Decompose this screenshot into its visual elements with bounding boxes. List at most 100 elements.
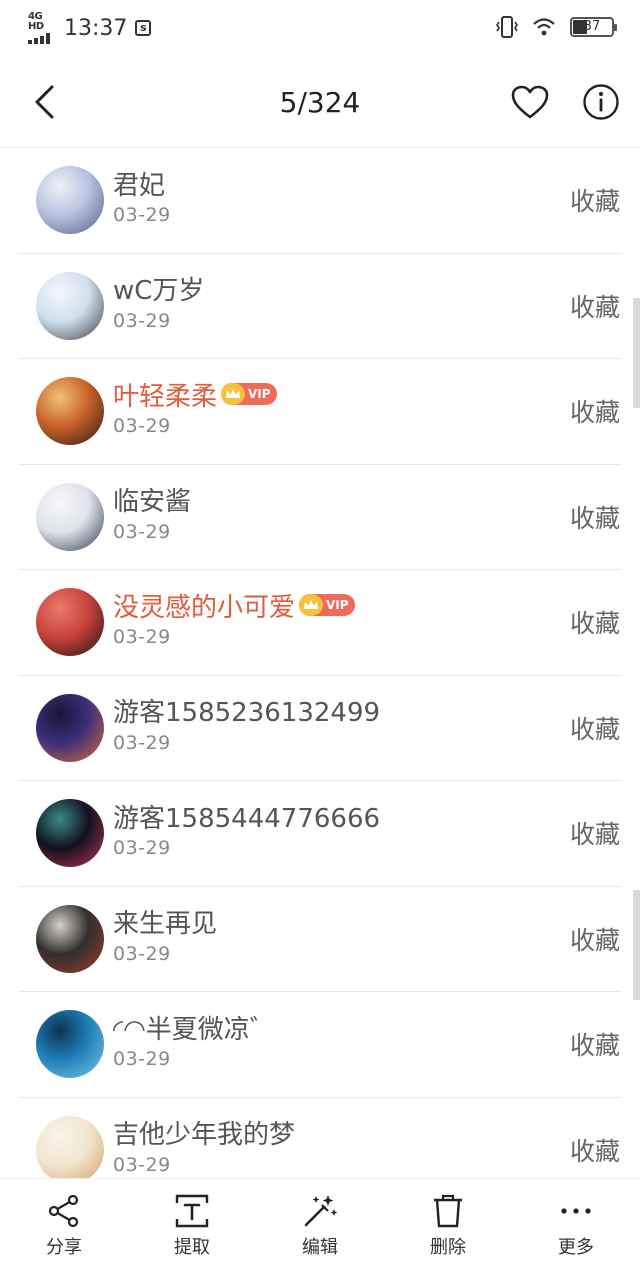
network-type: 4G HD [28,11,44,32]
name-line: 临安酱 [113,483,191,517]
name-line: 游客1585444776666 [113,799,381,834]
name-line: 叶轻柔柔 VIP [113,377,277,412]
list-item[interactable]: 临安酱 03-29 收藏 [18,465,622,570]
clock: 13:37 [64,15,128,41]
collect-button[interactable]: 收藏 [570,1132,620,1168]
avatar[interactable] [36,1010,104,1078]
item-date: 03-29 [113,520,171,543]
edit-button[interactable]: 编辑 [256,1179,384,1276]
item-date: 03-29 [113,1153,171,1176]
user-name: 临安酱 [113,487,192,517]
item-date: 03-29 [113,309,171,332]
list-item[interactable]: 没灵感的小可爱 VIP 03-29 收藏 [18,570,622,676]
name-line: 吉他少年我的梦 [113,1116,295,1150]
favorite-button[interactable] [508,82,552,122]
collect-button[interactable]: 收藏 [570,499,620,535]
name-line: 没灵感的小可爱 VIP [113,588,355,623]
bottom-toolbar: 分享 提取 编辑 删除 更多 [0,1178,640,1276]
item-date: 03-29 [113,731,171,754]
item-date: 03-29 [113,626,171,648]
avatar[interactable] [36,799,104,867]
trash-icon [428,1191,468,1231]
edit-label: 编辑 [302,1237,338,1258]
collect-button[interactable]: 收藏 [570,710,620,746]
wifi-icon [533,18,555,36]
vip-badge: VIP [221,383,277,405]
favorites-list: 君妃 03-29 收藏 wC万岁 03-29 收藏 叶轻柔柔 VIP 03-29 收藏 临安酱 03-… [0,148,640,1178]
collect-button[interactable]: 收藏 [570,182,620,218]
item-date: 03-29 [113,415,171,437]
user-name: 游客1585236132499 [113,698,381,728]
user-name: 君妃 [113,170,166,201]
collect-button[interactable]: 收藏 [570,393,620,429]
scroll-indicator-bottom[interactable] [633,890,640,1000]
crown-icon [221,383,246,405]
collect-button[interactable]: 收藏 [570,921,620,957]
info-button[interactable] [581,82,621,122]
avatar[interactable] [36,904,104,973]
user-name: 叶轻柔柔 [113,381,218,412]
delete-button[interactable]: 删除 [384,1179,512,1276]
vibrate-icon [496,16,518,38]
battery-indicator: 37 [570,17,617,37]
item-date: 03-29 [113,1048,171,1070]
name-line: 君妃 [113,166,166,201]
avatar[interactable] [36,482,104,551]
scroll-indicator-top[interactable] [633,298,640,408]
list-item[interactable]: 游客1585444776666 03-29 收藏 [18,781,622,887]
list-item[interactable]: ◜◠半夏微凉゛ 03-29 收藏 [18,992,622,1098]
magic-wand-icon [300,1191,340,1231]
collect-button[interactable]: 收藏 [570,815,620,851]
share-label: 分享 [46,1237,82,1258]
collect-button[interactable]: 收藏 [570,1026,620,1062]
info-icon [583,84,619,120]
heart-icon [511,85,549,119]
header-bar: 5/324 [0,56,640,148]
name-line: wC万岁 [113,272,204,306]
user-name: 没灵感的小可爱 [113,592,296,623]
item-date: 03-29 [113,942,171,965]
avatar[interactable] [36,377,104,445]
list-item[interactable]: 来生再见 03-29 收藏 [18,887,622,992]
battery-level: 37 [583,19,601,34]
list-item[interactable]: 叶轻柔柔 VIP 03-29 收藏 [18,359,622,465]
vip-label: VIP [248,387,271,401]
avatar[interactable] [36,271,104,340]
crown-icon [299,594,324,616]
extract-button[interactable]: 提取 [128,1179,256,1276]
vip-badge: VIP [299,594,355,616]
network-indicator: 4G HD [28,12,58,44]
name-line: ◜◠半夏微凉゛ [113,1010,276,1045]
list-item[interactable]: 游客1585236132499 03-29 收藏 [18,676,622,781]
collect-button[interactable]: 收藏 [570,288,620,324]
more-button[interactable]: 更多 [512,1179,640,1276]
item-date: 03-29 [113,204,171,226]
user-name: 吉他少年我的梦 [113,1120,296,1150]
avatar[interactable] [36,1115,104,1178]
extract-text-icon [172,1191,212,1231]
extract-label: 提取 [174,1237,210,1258]
more-label: 更多 [558,1237,594,1258]
vip-label: VIP [326,598,349,612]
share-icon [44,1191,84,1231]
share-button[interactable]: 分享 [0,1179,128,1276]
name-line: 游客1585236132499 [113,694,380,728]
signal-icon [28,33,50,44]
delete-label: 删除 [430,1237,466,1258]
name-line: 来生再见 [113,905,217,939]
user-name: wC万岁 [113,276,205,306]
list-item[interactable]: 君妃 03-29 收藏 [18,148,622,254]
user-name: 来生再见 [113,909,218,939]
avatar[interactable] [36,588,104,656]
user-name: 游客1585444776666 [113,803,381,834]
more-icon [556,1191,596,1231]
status-bar: 4G HD 13:37 s 37 [0,0,640,56]
notification-app-icon: s [135,20,152,36]
list-item[interactable]: wC万岁 03-29 收藏 [18,254,622,359]
list-item[interactable]: 吉他少年我的梦 03-29 收藏 [18,1098,622,1178]
avatar[interactable] [36,166,104,234]
avatar[interactable] [36,693,104,762]
user-name: ◜◠半夏微凉゛ [113,1014,276,1045]
collect-button[interactable]: 收藏 [570,604,620,640]
item-date: 03-29 [113,837,171,859]
